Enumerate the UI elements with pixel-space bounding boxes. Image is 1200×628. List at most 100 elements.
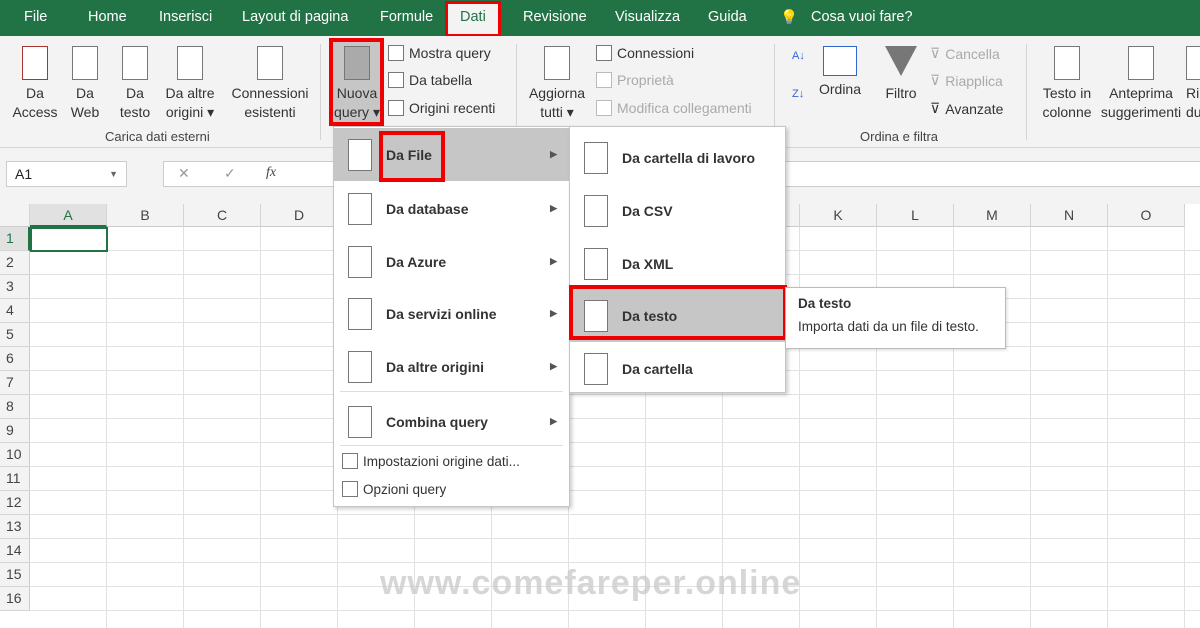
tab-home[interactable]: Home (88, 9, 127, 25)
row-header[interactable]: 4 (0, 299, 30, 323)
divider (1026, 44, 1027, 140)
da-testo-button[interactable]: Datesto (116, 46, 154, 122)
modifica-collegamenti-button[interactable]: Modifica collegamenti (596, 100, 752, 116)
row-header[interactable]: 7 (0, 371, 30, 395)
row-header[interactable]: 1 (0, 227, 30, 251)
document-icon (584, 142, 608, 174)
row-header[interactable]: 10 (0, 443, 30, 467)
sort-za-button[interactable]: Z↓ (792, 88, 804, 100)
row-header[interactable]: 6 (0, 347, 30, 371)
menu-item[interactable]: Da database▶ (334, 182, 569, 235)
da-altre-origini-button[interactable]: Da altreorigini ▾ (160, 46, 220, 122)
tab-inserisci[interactable]: Inserisci (159, 9, 212, 25)
label: Avanzate (945, 101, 1003, 117)
column-header[interactable]: B (107, 204, 184, 227)
existing-connections-icon (257, 46, 283, 80)
label: Connessioni (228, 84, 312, 103)
tab-visualizza[interactable]: Visualizza (615, 9, 680, 25)
gridline (1107, 227, 1108, 628)
tab-dati[interactable]: Dati (446, 2, 500, 36)
tab-file[interactable]: File (24, 9, 47, 25)
menu-item[interactable]: Combina query▶ (334, 395, 569, 448)
row-header[interactable]: 5 (0, 323, 30, 347)
row-header[interactable]: 14 (0, 539, 30, 563)
fx-icon[interactable]: fx (266, 165, 276, 181)
mostra-query-button[interactable]: Mostra query (388, 45, 491, 61)
filtro-button[interactable]: Filtro (880, 46, 922, 103)
access-icon (22, 46, 48, 80)
document-icon (348, 193, 372, 225)
menu-item-label: Da Azure (386, 254, 446, 270)
column-header[interactable]: A (30, 204, 107, 227)
connessioni-esistenti-button[interactable]: Connessioniesistenti (228, 46, 312, 122)
menu-item[interactable]: Da servizi online▶ (334, 287, 569, 340)
selected-cell-a1[interactable] (30, 227, 108, 252)
row-header[interactable]: 12 (0, 491, 30, 515)
row-header[interactable]: 9 (0, 419, 30, 443)
column-header[interactable]: M (954, 204, 1031, 227)
da-access-button[interactable]: DaAccess (12, 46, 58, 122)
riapplica-button[interactable]: ⊽Riapplica (930, 72, 1003, 89)
tab-layout[interactable]: Layout di pagina (242, 9, 348, 25)
row-header[interactable]: 16 (0, 587, 30, 611)
menu-item[interactable]: Da cartella di lavoro (570, 131, 785, 184)
menu-item[interactable]: Da CSV (570, 184, 785, 237)
row-header[interactable]: 15 (0, 563, 30, 587)
table-icon (388, 45, 404, 61)
label: Access (12, 103, 58, 122)
menu-item-label: Da database (386, 201, 468, 217)
label: Da tabella (409, 72, 472, 88)
column-header[interactable]: C (184, 204, 261, 227)
label: colonne (1036, 103, 1098, 122)
cancella-button[interactable]: ⊽Cancella (930, 45, 1000, 62)
gridline (1184, 227, 1185, 628)
label: Impostazioni origine dati... (363, 454, 520, 469)
select-all[interactable] (0, 204, 30, 227)
tab-guida[interactable]: Guida (708, 9, 747, 25)
label: Web (66, 103, 104, 122)
aggiorna-tutti-button[interactable]: Aggiornatutti ▾ (524, 46, 590, 122)
menu-item[interactable]: Da Azure▶ (334, 235, 569, 288)
refresh-icon (544, 46, 570, 80)
chevron-down-icon[interactable]: ▼ (109, 169, 118, 179)
name-box[interactable]: A1▼ (6, 161, 127, 187)
connessioni-button[interactable]: Connessioni (596, 45, 694, 61)
da-web-button[interactable]: DaWeb (66, 46, 104, 122)
tab-revisione[interactable]: Revisione (523, 9, 587, 25)
anteprima-suggerimenti-button[interactable]: Anteprimasuggerimenti (1097, 46, 1185, 122)
sort-az-button[interactable]: A↓ (792, 50, 805, 62)
menu-item[interactable]: Da XML (570, 237, 785, 290)
avanzate-button[interactable]: ⊽Avanzate (930, 100, 1003, 117)
origini-recenti-button[interactable]: Origini recenti (388, 100, 495, 116)
check-icon[interactable]: ✓ (224, 165, 236, 182)
column-header[interactable]: L (877, 204, 954, 227)
column-header[interactable]: D (261, 204, 338, 227)
text-file-icon (122, 46, 148, 80)
row-header[interactable]: 8 (0, 395, 30, 419)
label: Ri (1186, 84, 1200, 103)
row-header[interactable]: 2 (0, 251, 30, 275)
proprieta-button[interactable]: Proprietà (596, 72, 674, 88)
tooltip-title: Da testo (798, 296, 993, 311)
row-header[interactable]: 3 (0, 275, 30, 299)
menu-item[interactable]: Da File▶ (334, 128, 569, 181)
menu-item[interactable]: Da altre origini▶ (334, 340, 569, 393)
tell-me-input[interactable]: Cosa vuoi fare? (811, 9, 913, 25)
column-header[interactable]: N (1031, 204, 1108, 227)
column-header[interactable]: O (1108, 204, 1185, 227)
rimuovi-duplicati-button[interactable]: Ridu (1186, 46, 1200, 122)
menu-item-impostazioni[interactable]: Impostazioni origine dati... (342, 453, 520, 469)
tab-formule[interactable]: Formule (380, 9, 433, 25)
label: esistenti (228, 103, 312, 122)
cancel-icon[interactable]: ✕ (178, 165, 190, 182)
menu-item-opzioni-query[interactable]: Opzioni query (342, 481, 446, 497)
document-icon (348, 406, 372, 438)
row-header[interactable]: 13 (0, 515, 30, 539)
row-header[interactable]: 11 (0, 467, 30, 491)
column-header[interactable]: K (800, 204, 877, 227)
menu-item[interactable]: Da cartella (570, 342, 785, 395)
watermark: www.comefareper.online (380, 564, 801, 603)
ordina-button[interactable]: Ordina (816, 46, 864, 99)
testo-in-colonne-button[interactable]: Testo incolonne (1036, 46, 1098, 122)
da-tabella-button[interactable]: Da tabella (388, 72, 472, 88)
